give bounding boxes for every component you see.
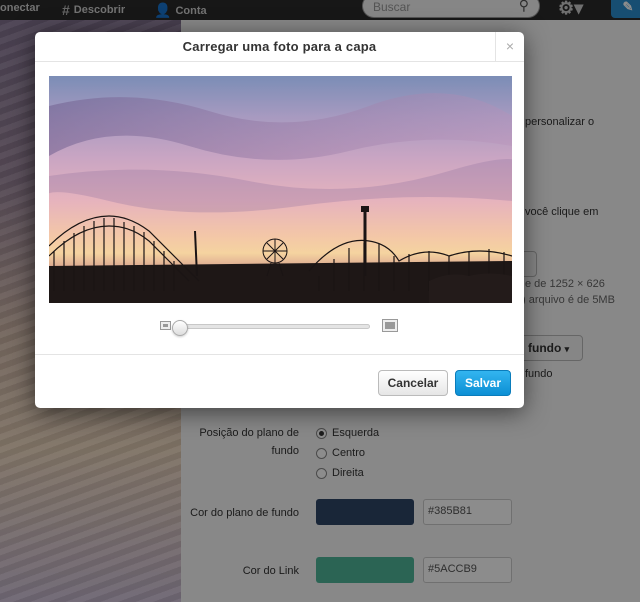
cover-photo-preview[interactable] bbox=[49, 76, 512, 303]
dialog-header: Carregar uma foto para a capa × bbox=[35, 32, 524, 62]
zoom-in-icon[interactable] bbox=[382, 319, 398, 332]
zoom-slider-handle[interactable] bbox=[172, 320, 188, 336]
cancel-button[interactable]: Cancelar bbox=[378, 370, 448, 396]
dialog-footer: Cancelar Salvar bbox=[35, 354, 524, 408]
save-button[interactable]: Salvar bbox=[455, 370, 511, 396]
zoom-slider[interactable] bbox=[172, 320, 370, 336]
close-icon[interactable]: × bbox=[495, 32, 524, 62]
dialog-title: Carregar uma foto para a capa bbox=[182, 39, 377, 54]
zoom-out-icon[interactable] bbox=[160, 321, 171, 330]
zoom-control bbox=[160, 319, 400, 336]
cover-photo-dialog: Carregar uma foto para a capa × Cancelar… bbox=[35, 32, 524, 408]
amusement-park-photo bbox=[49, 93, 512, 303]
